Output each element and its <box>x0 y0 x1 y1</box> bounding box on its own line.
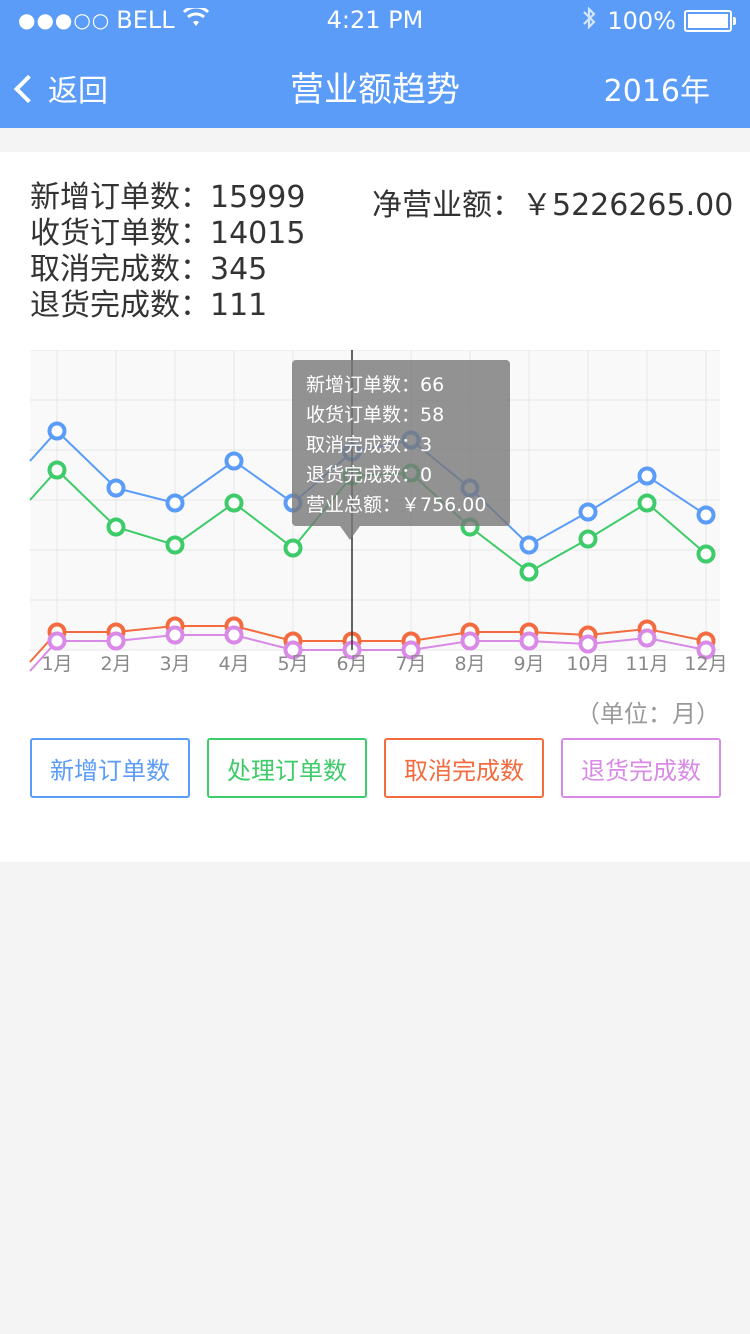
status-bar: ●●●○○ BELL 4:21 PM 100% <box>0 0 750 40</box>
x-tick-label: 1月 <box>41 653 72 675</box>
data-point <box>283 538 303 558</box>
bluetooth-icon <box>581 6 597 36</box>
data-point <box>47 631 67 651</box>
data-point <box>578 529 598 549</box>
battery-percent: 100% <box>607 7 676 35</box>
x-tick-label: 8月 <box>454 653 485 675</box>
legend-processed-orders-button[interactable]: 处理订单数 <box>207 738 367 798</box>
nav-bar: 返回 营业额趋势 2016年 <box>0 40 750 128</box>
data-point <box>637 628 657 648</box>
data-point <box>47 421 67 441</box>
stat-received-orders: 收货订单数：14015 <box>30 216 306 251</box>
stat-net-revenue: 净营业额：￥5226265.00 <box>372 188 734 223</box>
data-point <box>106 478 126 498</box>
tooltip-line: 新增订单数：66 <box>306 374 445 396</box>
stat-cancelled: 取消完成数：345 <box>30 252 268 287</box>
x-tick-label: 7月 <box>395 653 426 675</box>
data-point <box>165 625 185 645</box>
year-selector[interactable]: 2016年 <box>604 66 710 110</box>
stat-new-orders: 新增订单数：15999 <box>30 180 306 215</box>
data-point <box>519 631 539 651</box>
x-tick-label: 12月 <box>684 653 727 675</box>
chart-tooltip: 新增订单数：66 收货订单数：58 取消完成数：3 退货完成数：0 营业总额：￥… <box>292 360 510 540</box>
legend-new-orders-button[interactable]: 新增订单数 <box>30 738 190 798</box>
data-point <box>696 505 716 525</box>
data-point <box>106 631 126 651</box>
data-point <box>519 535 539 555</box>
data-point <box>696 544 716 564</box>
stat-returned: 退货完成数：111 <box>30 288 268 323</box>
x-tick-label: 3月 <box>159 653 190 675</box>
summary-stats: 新增订单数：15999 收货订单数：14015 取消完成数：345 退货完成数：… <box>30 180 305 324</box>
tooltip-line: 退货完成数：0 <box>306 464 433 486</box>
x-tick-label: 11月 <box>625 653 668 675</box>
x-tick-label: 4月 <box>218 653 249 675</box>
main-panel: 新增订单数：15999 收货订单数：14015 取消完成数：345 退货完成数：… <box>0 152 750 862</box>
legend-buttons: 新增订单数 处理订单数 取消完成数 退货完成数 <box>30 738 721 798</box>
data-point <box>578 502 598 522</box>
data-point <box>519 562 539 582</box>
data-point <box>637 493 657 513</box>
tooltip-line: 收货订单数：58 <box>306 404 445 426</box>
x-tick-label: 2月 <box>100 653 131 675</box>
header-bar: ●●●○○ BELL 4:21 PM 100% 返回 营业额趋势 2016年 <box>0 0 750 128</box>
data-point <box>47 460 67 480</box>
tooltip-line: 营业总额：￥756.00 <box>306 494 487 516</box>
chart-unit-label: （单位：月） <box>576 700 720 728</box>
status-right: 100% <box>581 6 736 36</box>
data-point <box>224 493 244 513</box>
x-tick-label: 5月 <box>277 653 308 675</box>
data-point <box>578 634 598 654</box>
data-point <box>165 535 185 555</box>
x-tick-label: 9月 <box>513 653 544 675</box>
x-tick-label: 6月 <box>336 653 367 675</box>
tooltip-line: 取消完成数：3 <box>306 434 433 456</box>
legend-returned-button[interactable]: 退货完成数 <box>561 738 721 798</box>
data-point <box>224 625 244 645</box>
battery-icon <box>684 10 736 32</box>
data-point <box>460 631 480 651</box>
x-tick-label: 10月 <box>566 653 609 675</box>
data-point <box>165 493 185 513</box>
data-point <box>106 517 126 537</box>
data-point <box>224 451 244 471</box>
data-point <box>637 466 657 486</box>
legend-cancelled-button[interactable]: 取消完成数 <box>384 738 544 798</box>
